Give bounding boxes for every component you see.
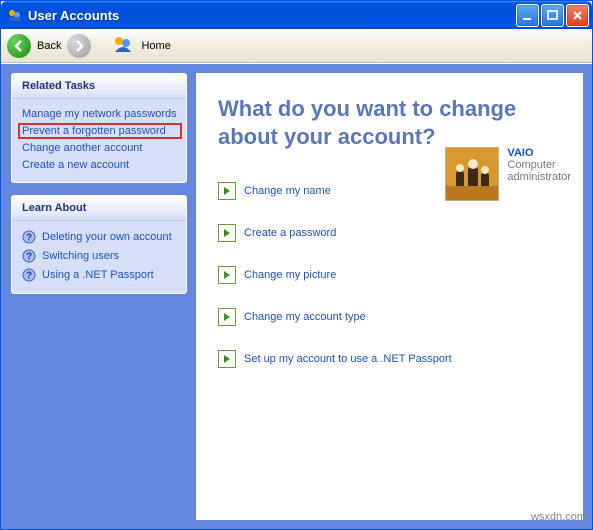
learn-item-deleting[interactable]: ? Deleting your own account [18, 228, 182, 246]
action-change-type[interactable]: Change my account type [218, 308, 366, 326]
window: User Accounts Back Home Related Tasks Ma… [0, 0, 593, 530]
maximize-button[interactable] [541, 4, 564, 27]
action-net-passport[interactable]: Set up my account to use a .NET Passport [218, 350, 452, 368]
watermark: wsxdn.com [531, 511, 586, 523]
learn-about-panel: Learn About ? Deleting your own account … [11, 195, 187, 294]
arrow-icon [218, 224, 236, 242]
learn-item-passport[interactable]: ? Using a .NET Passport [18, 266, 182, 284]
svg-text:?: ? [26, 271, 32, 282]
user-block: VAIO Computer administrator [445, 147, 571, 201]
learn-item-switching[interactable]: ? Switching users [18, 247, 182, 265]
back-label[interactable]: Back [37, 40, 61, 52]
home-icon[interactable] [113, 35, 135, 56]
sidebar: Related Tasks Manage my network password… [11, 73, 187, 520]
page-title: What do you want to change about your ac… [218, 95, 565, 150]
svg-text:?: ? [26, 252, 32, 263]
user-role-line2: administrator [507, 171, 571, 183]
window-title: User Accounts [28, 8, 516, 23]
svg-text:?: ? [26, 233, 32, 244]
learn-about-header: Learn About [12, 196, 186, 221]
content-area: Related Tasks Manage my network password… [1, 63, 592, 529]
app-icon [7, 7, 23, 23]
sidebar-item-prevent-forgotten[interactable]: Prevent a forgotten password [18, 123, 182, 139]
arrow-icon [218, 308, 236, 326]
toolbar: Back Home [1, 29, 592, 63]
action-change-picture[interactable]: Change my picture [218, 266, 336, 284]
avatar[interactable] [445, 147, 499, 201]
help-icon: ? [22, 249, 36, 263]
forward-button[interactable] [67, 34, 91, 58]
back-button[interactable] [7, 34, 31, 58]
main-panel: What do you want to change about your ac… [196, 73, 583, 520]
sidebar-item-manage-passwords[interactable]: Manage my network passwords [18, 106, 182, 122]
related-tasks-panel: Related Tasks Manage my network password… [11, 73, 187, 183]
sidebar-item-create-account[interactable]: Create a new account [18, 157, 182, 173]
titlebar[interactable]: User Accounts [1, 1, 592, 29]
related-tasks-header: Related Tasks [12, 74, 186, 99]
action-change-name[interactable]: Change my name [218, 182, 331, 200]
action-create-password[interactable]: Create a password [218, 224, 336, 242]
help-icon: ? [22, 230, 36, 244]
arrow-icon [218, 350, 236, 368]
arrow-icon [218, 266, 236, 284]
arrow-icon [218, 182, 236, 200]
sidebar-item-change-another[interactable]: Change another account [18, 140, 182, 156]
user-role-line1: Computer [507, 159, 571, 171]
home-label[interactable]: Home [141, 40, 170, 52]
close-button[interactable] [566, 4, 589, 27]
help-icon: ? [22, 268, 36, 282]
user-name: VAIO [507, 147, 571, 159]
minimize-button[interactable] [516, 4, 539, 27]
